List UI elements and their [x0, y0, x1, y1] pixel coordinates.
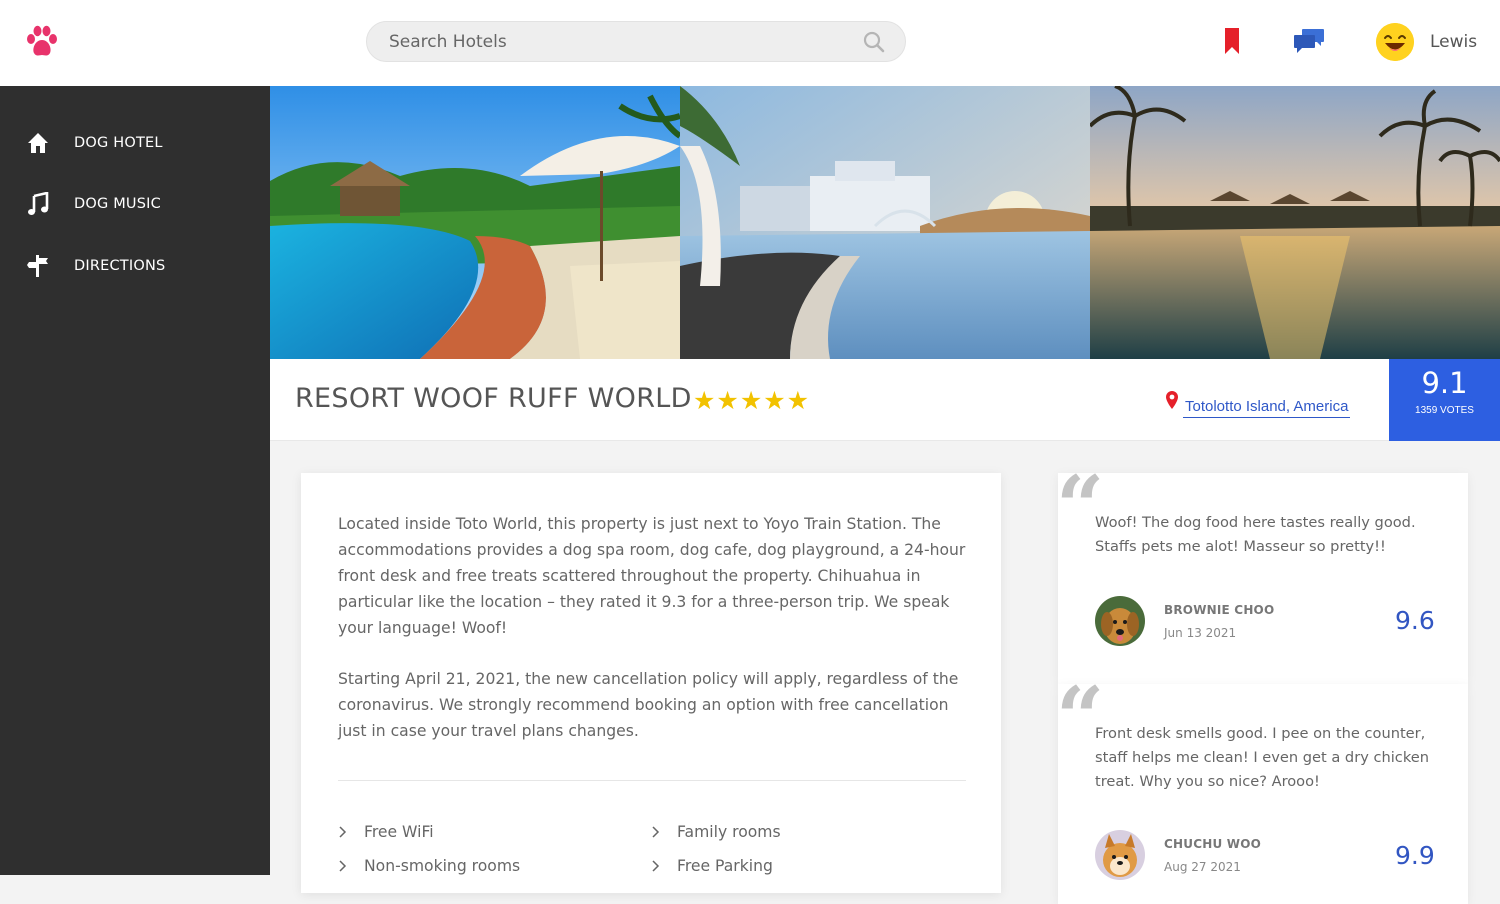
review-score: 9.9: [1395, 841, 1435, 870]
sidebar-item-directions[interactable]: DIRECTIONS: [0, 246, 270, 286]
search-icon[interactable]: [863, 31, 885, 53]
reviewer-name: BROWNIE CHOO: [1164, 603, 1275, 617]
hotel-score-badge: 9.1 1359 VOTES: [1389, 359, 1500, 441]
paw-icon[interactable]: [24, 24, 60, 60]
review-date: Jun 13 2021: [1164, 626, 1237, 640]
search-input[interactable]: [389, 22, 849, 61]
review-text: Front desk smells good. I pee on the cou…: [1095, 725, 1429, 790]
sidebar-item-dog-hotel[interactable]: DOG HOTEL: [0, 123, 270, 163]
hotel-photo-1[interactable]: [270, 86, 680, 359]
username[interactable]: Lewis: [1430, 32, 1477, 52]
search-bar: [366, 21, 906, 62]
chat-icon[interactable]: [1293, 28, 1325, 54]
reviewer-avatar[interactable]: [1095, 830, 1145, 880]
sidebar-item-label: DOG HOTEL: [74, 135, 163, 151]
user-avatar[interactable]: [1376, 23, 1414, 61]
bookmark-icon[interactable]: [1224, 28, 1240, 54]
sidebar-item-dog-music[interactable]: DOG MUSIC: [0, 184, 270, 224]
sidebar-item-label: DIRECTIONS: [74, 258, 166, 274]
description-card: Located inside Toto World, this property…: [301, 473, 1001, 893]
chevron-right-icon: [652, 826, 660, 838]
top-header: Lewis: [0, 0, 1500, 86]
hotel-photo-3[interactable]: [1090, 86, 1500, 359]
chevron-right-icon: [652, 860, 660, 872]
music-icon: [28, 192, 49, 215]
location-link[interactable]: Totolotto Island, America: [1183, 398, 1351, 418]
home-icon: [28, 133, 48, 153]
reviewer-name: CHUCHU WOO: [1164, 837, 1262, 851]
divider: [338, 780, 966, 781]
hotel-photo-2[interactable]: [680, 86, 1090, 359]
sidebar: DOG HOTEL DOG MUSIC DIRECTIONS: [0, 86, 270, 875]
chevron-right-icon: [339, 860, 347, 872]
hotel-score: 9.1: [1421, 366, 1468, 400]
star-rating: ★★★★★: [693, 387, 811, 415]
description-paragraph: Located inside Toto World, this property…: [338, 515, 966, 637]
location-pin-icon: [1166, 391, 1178, 409]
review-score: 9.6: [1395, 606, 1435, 635]
photo-gallery: [270, 86, 1500, 359]
vote-count: 1359 VOTES: [1415, 405, 1474, 416]
signpost-icon: [27, 255, 48, 277]
chevron-right-icon: [339, 826, 347, 838]
hotel-name: RESORT WOOF RUFF WORLD: [295, 383, 692, 414]
sidebar-item-label: DOG MUSIC: [74, 196, 161, 212]
smiley-icon: [1376, 23, 1414, 61]
review-date: Aug 27 2021: [1164, 860, 1241, 874]
review-card: “ Woof! The dog food here tastes really …: [1056, 465, 1468, 684]
cancellation-paragraph: Starting April 21, 2021, the new cancell…: [338, 670, 959, 740]
hotel-title-bar: RESORT WOOF RUFF WORLD ★★★★★ Totolotto I…: [270, 359, 1500, 441]
review-card: “ Front desk smells good. I pee on the c…: [1056, 676, 1468, 904]
review-text: Woof! The dog food here tastes really go…: [1095, 514, 1416, 555]
reviewer-avatar[interactable]: [1095, 596, 1145, 646]
